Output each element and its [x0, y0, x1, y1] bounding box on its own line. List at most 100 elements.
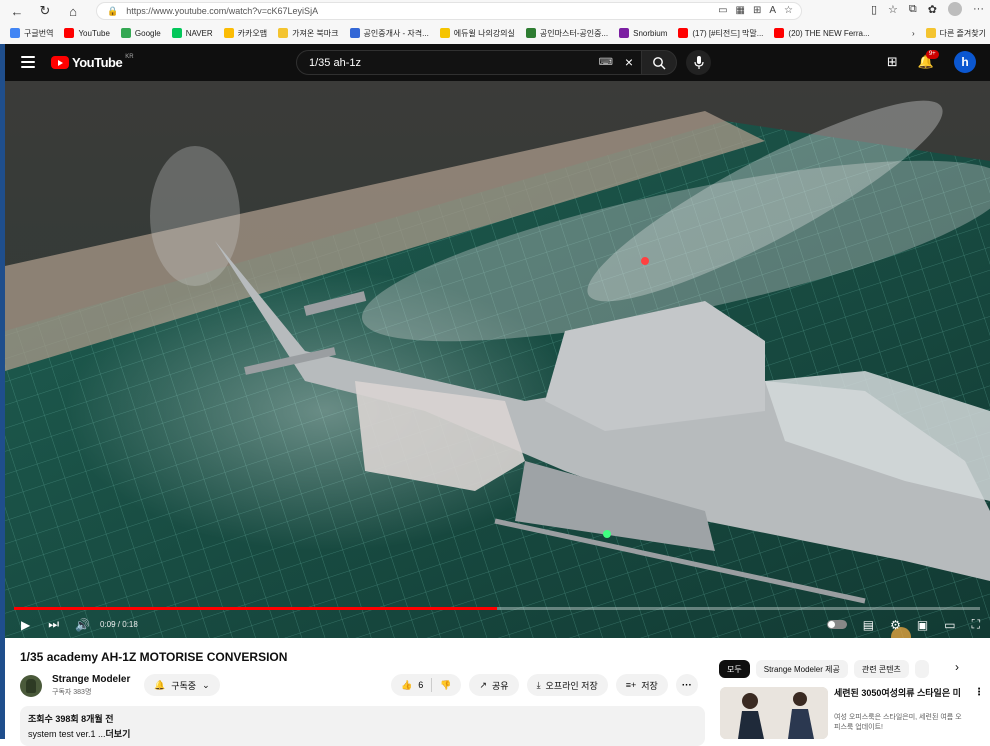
favorite-star-icon[interactable]: ☆	[784, 5, 793, 16]
clear-search-icon[interactable]: ×	[625, 54, 633, 70]
ad-thumbnail-image	[720, 687, 828, 739]
like-button[interactable]: 👍 6	[391, 678, 433, 692]
autoplay-toggle[interactable]	[826, 620, 847, 629]
create-video-icon[interactable]: ⊞	[887, 54, 898, 70]
address-bar[interactable]: 🔒 https://www.youtube.com/watch?v=cK67Le…	[96, 2, 802, 20]
video-info: 1/35 academy AH-1Z MOTORISE CONVERSION S…	[5, 638, 990, 746]
qr-icon[interactable]: ▦	[736, 5, 745, 16]
ad-thumbnail[interactable]	[720, 687, 828, 739]
notifications-icon[interactable]: 🔔 9+	[918, 50, 939, 70]
play-icon[interactable]: ▶	[21, 618, 30, 632]
youtube-play-icon	[51, 56, 69, 69]
subscribe-label: 구독중	[171, 680, 197, 691]
thumbs-down-icon: 👎	[440, 679, 452, 690]
search-button[interactable]	[641, 50, 677, 75]
mic-icon	[693, 56, 704, 69]
bookmark-7[interactable]: 에듀윌 나의강의실	[439, 28, 515, 39]
bookmark-10-label: (17) [#티전드] 막말...	[692, 28, 764, 38]
bookmark-4[interactable]: 카카오맵	[223, 28, 267, 39]
bookmark-2[interactable]: Google	[120, 28, 161, 38]
keyboard-icon[interactable]: ⌨	[599, 57, 613, 68]
progress-bar[interactable]	[14, 607, 980, 610]
reload-icon[interactable]: ↻	[34, 0, 56, 22]
bookmark-8[interactable]: 공인마스터-공인중...	[525, 28, 609, 39]
miniplayer-icon[interactable]: ▣	[917, 618, 928, 632]
ad-description: 여성 오피스룩은 스타일은미, 세련된 여름 오피스룩 업데이트!	[834, 714, 962, 731]
bookmark-1-icon	[64, 28, 75, 38]
bookmarks-folder-label: 다른 즐겨찾기	[939, 28, 986, 38]
url-text: https://www.youtube.com/watch?v=cK67Leyi…	[126, 6, 319, 16]
address-row: ← ↻ ⌂ 🔒 https://www.youtube.com/watch?v=…	[0, 0, 990, 22]
collections-icon[interactable]: ⧉	[909, 3, 917, 16]
back-icon[interactable]: ←	[6, 0, 28, 22]
download-label: 오프라인 저장	[545, 680, 598, 691]
bookmark-1-label: YouTube	[78, 28, 110, 38]
recommended-ad[interactable]: 세련된 3050여성의류 스타일은 미 여성 오피스룩은 스타일은미, 세련된 …	[720, 687, 985, 739]
bookmark-1[interactable]: YouTube	[64, 28, 110, 38]
time-display: 0:09 / 0:18	[100, 620, 138, 629]
bookmark-6[interactable]: 공인중개사 - 자격...	[349, 28, 429, 39]
video-player[interactable]: ▶ ⏭ 🔊 0:09 / 0:18 ▤ ⚙ ▣ ▭ ⛶	[5, 81, 990, 638]
bookmark-3-icon	[171, 28, 182, 38]
share-button[interactable]: ↗ 공유	[469, 674, 519, 696]
youtube-logo[interactable]: YouTube KR	[51, 54, 134, 70]
bookmark-9[interactable]: Snorbium	[619, 28, 667, 38]
save-label: 저장	[641, 680, 658, 691]
more-link[interactable]: 더보기	[106, 729, 131, 739]
settings-gear-icon[interactable]: ⚙	[890, 618, 901, 632]
chip-related[interactable]: 관련 콘텐츠	[853, 660, 909, 678]
chip-channel[interactable]: Strange Modeler 제공	[755, 660, 848, 678]
home-icon[interactable]: ⌂	[62, 0, 84, 22]
next-icon[interactable]: ⏭	[48, 617, 59, 632]
bookmark-10[interactable]: (17) [#티전드] 막말...	[678, 28, 763, 39]
progress-fill	[14, 607, 497, 610]
chip-overflow[interactable]	[914, 660, 929, 678]
dislike-button[interactable]: 👎	[432, 680, 461, 691]
bookmark-0[interactable]: 구글번역	[10, 28, 53, 39]
volume-icon[interactable]: 🔊	[75, 618, 90, 632]
apps-icon[interactable]: ⊞	[753, 5, 761, 16]
browser-chrome: ← ↻ ⌂ 🔒 https://www.youtube.com/watch?v=…	[0, 0, 990, 44]
lock-icon: 🔒	[107, 5, 119, 16]
save-button[interactable]: ≡+ 저장	[615, 674, 668, 696]
video-title: 1/35 academy AH-1Z MOTORISE CONVERSION	[20, 650, 288, 664]
menu-dots-icon[interactable]: ···	[973, 3, 984, 15]
playlist-add-icon: ≡+	[625, 680, 637, 690]
bookmark-8-label: 공인마스터-공인중...	[539, 28, 609, 38]
player-controls: ▶ ⏭ 🔊 0:09 / 0:18 ▤ ⚙ ▣ ▭ ⛶	[5, 611, 990, 638]
channel-avatar[interactable]	[20, 674, 42, 697]
bookmark-5[interactable]: 가져온 북마크	[278, 28, 339, 39]
subtitles-icon[interactable]: ▤	[863, 618, 874, 632]
bookmark-11[interactable]: (20) THE NEW Ferra...	[774, 28, 870, 38]
download-button[interactable]: ⤓ 오프라인 저장	[526, 674, 608, 696]
extensions-icon[interactable]: ✿	[928, 3, 937, 16]
channel-info: Strange Modeler 구독자 383명	[20, 674, 130, 697]
video-frame	[5, 81, 990, 638]
topbar-actions: ⊞ 🔔 9+ h	[887, 50, 976, 73]
bookmark-3[interactable]: NAVER	[171, 28, 213, 38]
chip-all[interactable]: 모두	[719, 660, 750, 678]
player-controls-right: ▤ ⚙ ▣ ▭ ⛶	[826, 617, 980, 632]
description-box[interactable]: 조회수 398회 8개월 전 system test ver.1 ...더보기	[20, 706, 705, 746]
chevron-right-icon[interactable]: ›	[955, 660, 959, 674]
account-avatar[interactable]: h	[954, 51, 976, 73]
favorites-icon[interactable]: ☆	[888, 3, 898, 16]
cast-icon[interactable]: ▭	[718, 5, 727, 16]
bookmarks-overflow-icon[interactable]: ›	[912, 29, 915, 38]
bookmarks-bar: 구글번역 YouTube Google NAVER 카카오맵 가져온 북마크 공…	[0, 22, 990, 44]
bookmarks-folder[interactable]: 다른 즐겨찾기	[925, 28, 986, 39]
channel-name[interactable]: Strange Modeler	[52, 674, 130, 685]
read-aloud-icon[interactable]: A	[769, 5, 776, 16]
subscribe-button[interactable]: 🔔 구독중 ⌄	[144, 674, 220, 696]
fullscreen-icon[interactable]: ⛶	[972, 617, 980, 632]
ad-title[interactable]: 세련된 3050여성의류 스타일은 미	[834, 687, 964, 699]
profile-icon[interactable]	[948, 2, 962, 16]
more-actions-icon[interactable]: ···	[675, 674, 698, 696]
split-screen-icon[interactable]: ▯	[871, 3, 877, 16]
hamburger-menu-icon[interactable]	[21, 56, 35, 68]
ad-menu-icon[interactable]: ⋮	[974, 687, 984, 698]
view-meta: 조회수 398회 8개월 전	[28, 714, 114, 724]
theater-mode-icon[interactable]: ▭	[944, 618, 955, 632]
search-input[interactable]: 1/35 ah-1z ⌨ ×	[296, 50, 642, 75]
voice-search-button[interactable]	[686, 50, 711, 75]
